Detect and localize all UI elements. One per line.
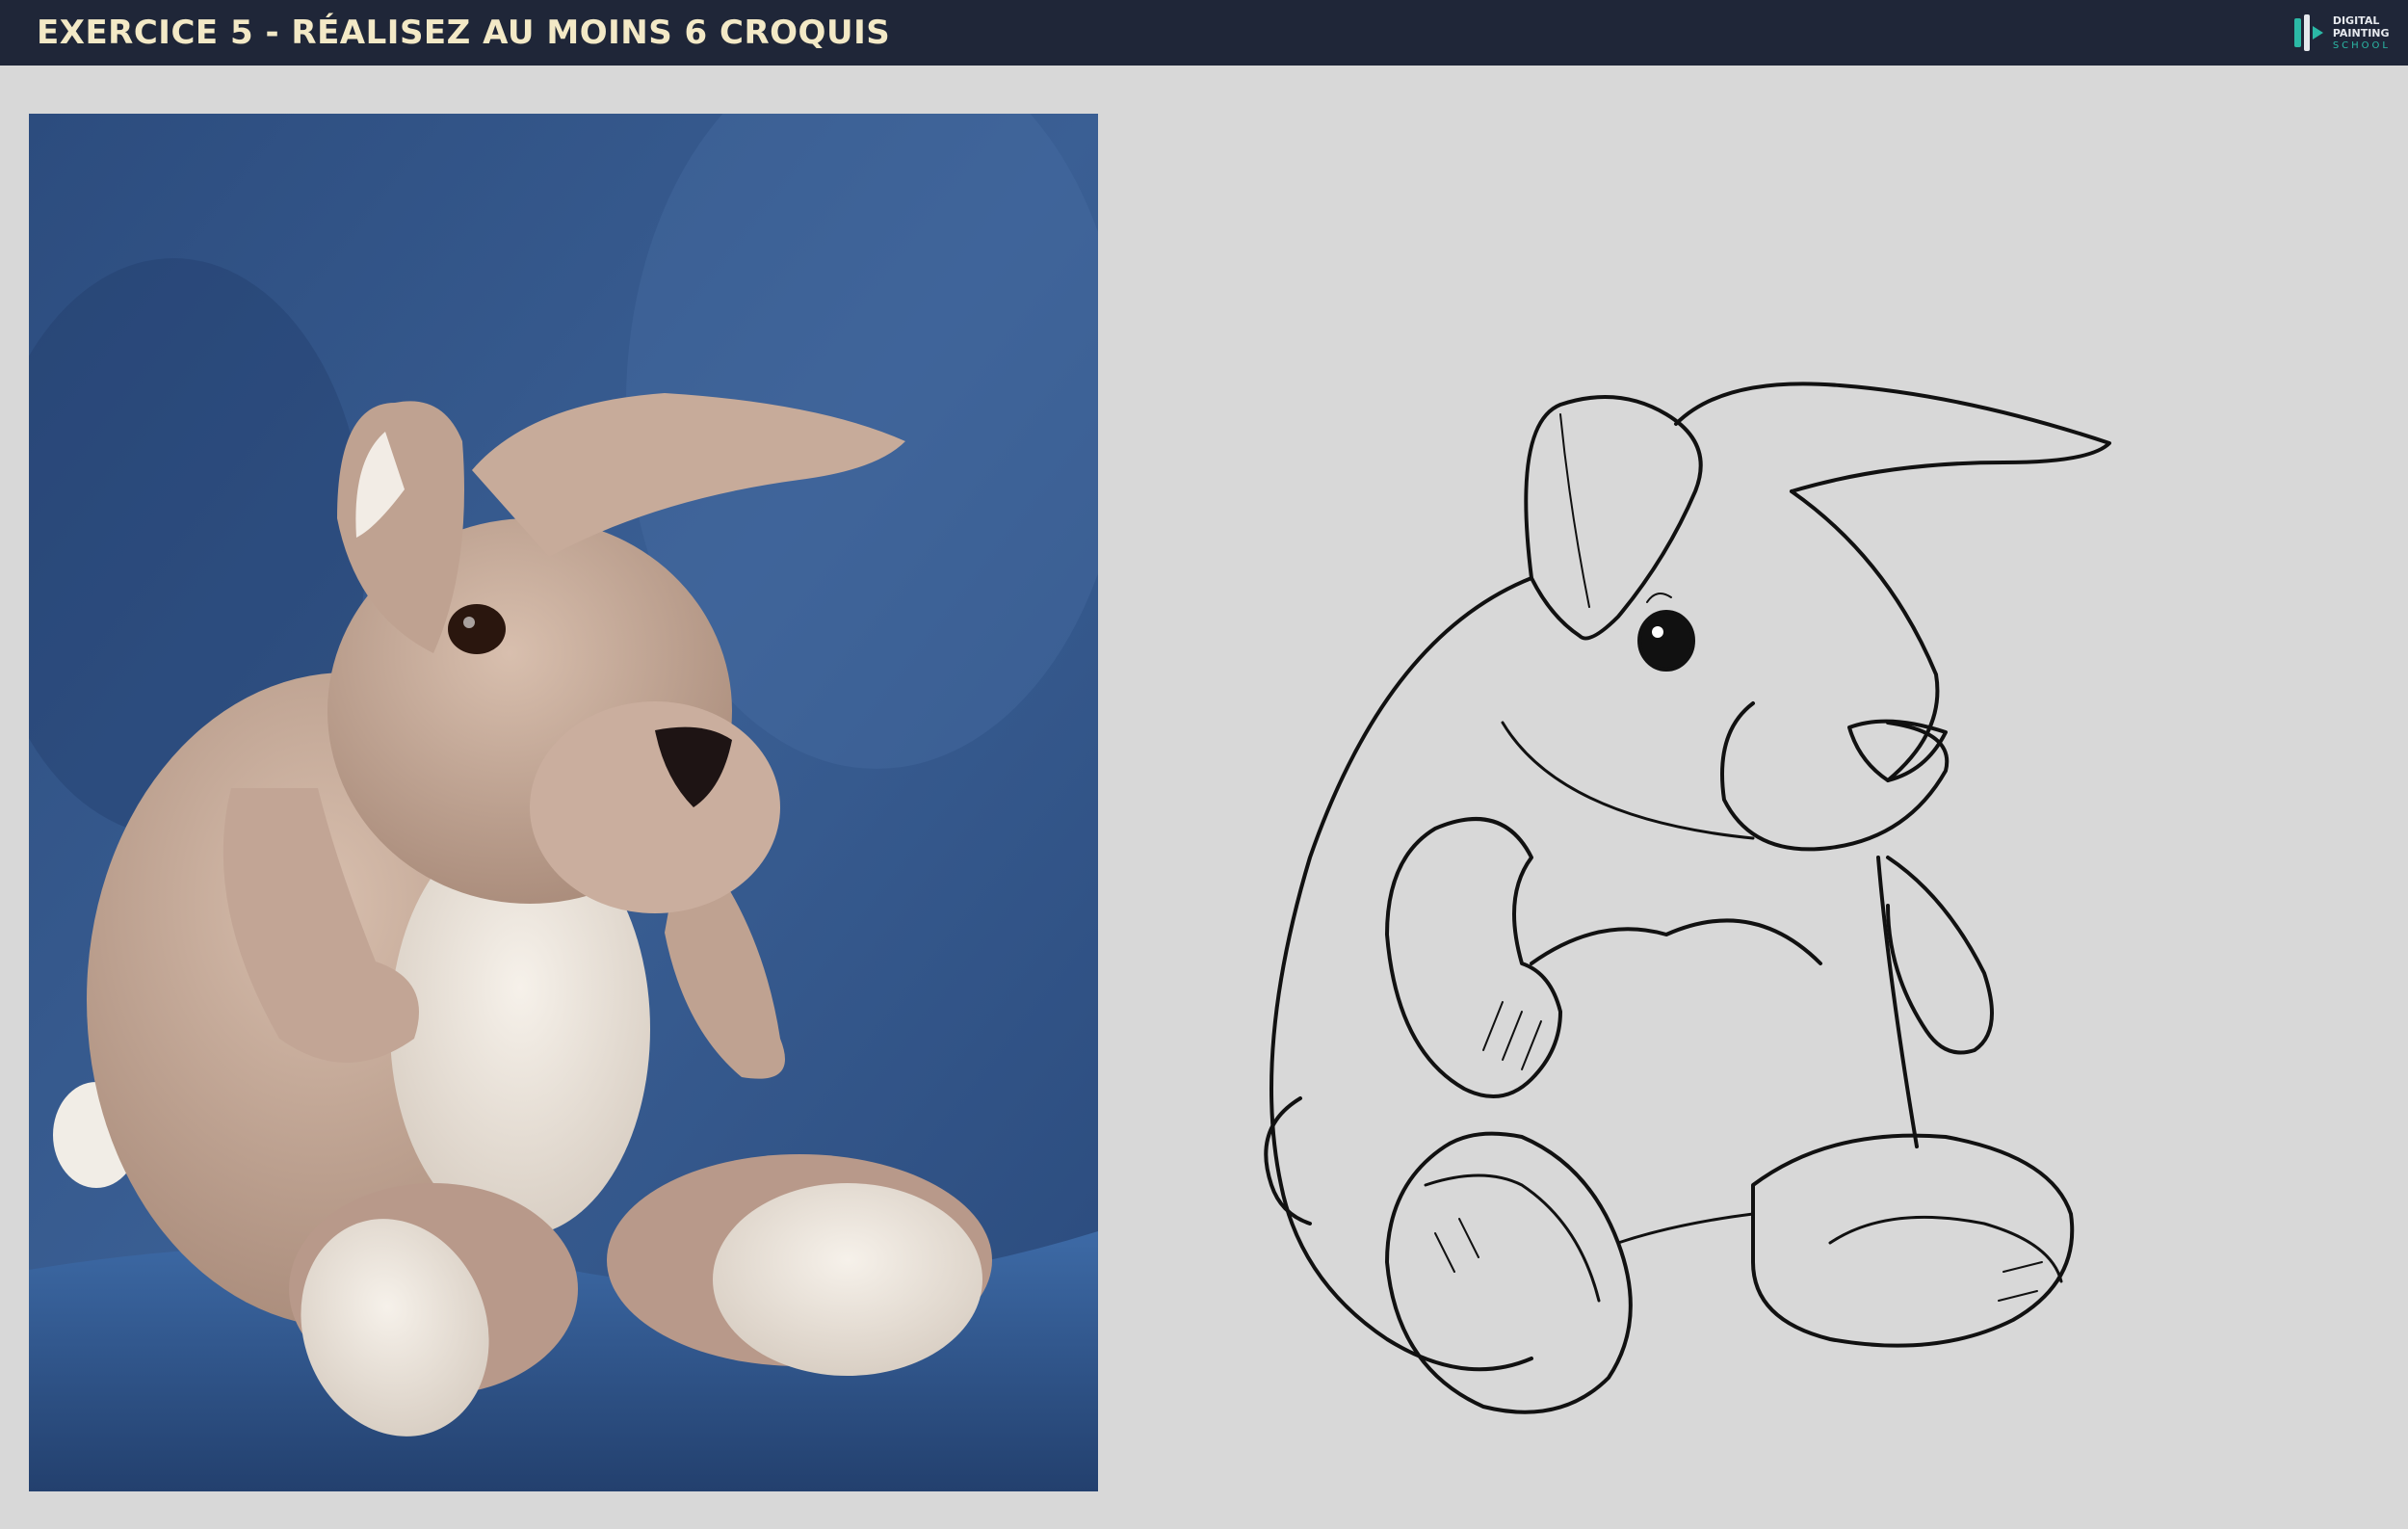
reference-photo-illustration	[29, 114, 1098, 1491]
sketch-belly	[1530, 918, 1822, 965]
sketch-left-ear	[1524, 395, 1703, 641]
logo: DIGITAL PAINTING SCHOOL	[2292, 13, 2391, 53]
brush-logo-icon	[2293, 14, 2323, 51]
sketch-right-ear	[1674, 382, 2111, 493]
reference-photo	[29, 114, 1098, 1491]
line-sketch	[1214, 318, 2177, 1436]
sketch-head-right	[1790, 489, 1940, 782]
sketch-right-arm	[1886, 856, 1994, 1055]
logo-word-painting: PAINTING	[2332, 26, 2390, 40]
header-bar: EXERCICE 5 - RÉALISEZ AU MOINS 6 CROQUIS…	[0, 0, 2408, 66]
sketch-left-arm	[1385, 817, 1562, 1098]
logo-text: DIGITAL PAINTING SCHOOL	[2333, 14, 2391, 52]
sketch-left-foot	[1385, 1131, 1633, 1414]
logo-word-digital: DIGITAL	[2332, 13, 2380, 27]
sketch-drawing	[1264, 382, 2111, 1414]
sketch-eye	[1637, 610, 1695, 672]
sketch-body-outline	[1269, 576, 1533, 1372]
logo-word-school: SCHOOL	[2332, 40, 2391, 51]
page-title: EXERCICE 5 - RÉALISEZ AU MOINS 6 CROQUIS	[37, 13, 891, 52]
